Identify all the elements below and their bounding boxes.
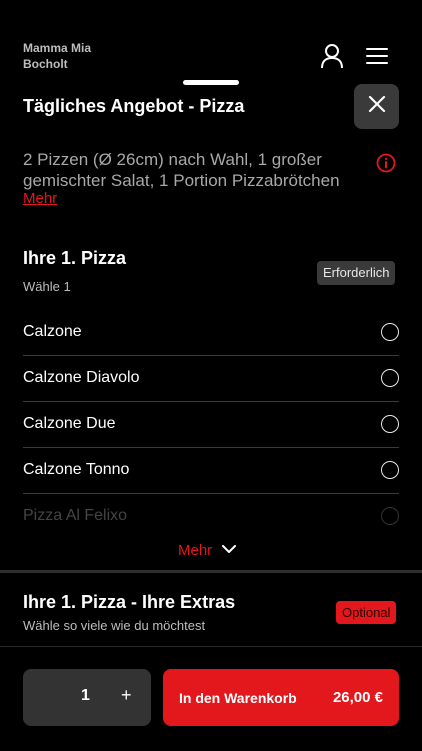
radio-button[interactable]: [381, 461, 399, 479]
restaurant-name-line1: Mamma Mia: [23, 41, 92, 55]
option-row[interactable]: Calzone Diavolo: [23, 355, 399, 402]
option-label: Calzone Tonno: [23, 461, 130, 478]
sheet-drag-handle[interactable]: [183, 80, 239, 85]
close-button[interactable]: [354, 84, 399, 129]
option-row[interactable]: Calzone Tonno: [23, 447, 399, 494]
option-label: Pizza Al Felixo: [23, 507, 128, 524]
product-title: Tägliches Angebot - Pizza: [23, 96, 245, 116]
add-to-cart-label: In den Warenkorb: [179, 689, 297, 706]
add-to-cart-button[interactable]: In den Warenkorb 26,00 €: [163, 669, 399, 726]
radio-button[interactable]: [381, 369, 399, 387]
section-title-first-pizza: Ihre 1. Pizza: [23, 248, 127, 268]
section-subtitle-extras: Wähle so viele wie du möchtest: [23, 618, 206, 633]
quantity-value: 1: [81, 687, 90, 704]
show-more-options-button[interactable]: Mehr: [178, 538, 237, 562]
radio-button[interactable]: [381, 415, 399, 433]
restaurant-name: Mamma Mia Bocholt: [23, 40, 91, 72]
option-row[interactable]: Calzone: [23, 309, 399, 356]
section-subtitle-choose-one: Wähle 1: [23, 279, 71, 294]
show-more-label: Mehr: [178, 541, 213, 559]
increment-button[interactable]: +: [121, 685, 132, 706]
option-label: Calzone: [23, 323, 82, 340]
radio-button[interactable]: [381, 507, 399, 525]
section-title-extras: Ihre 1. Pizza - Ihre Extras: [23, 592, 236, 612]
chevron-down-icon: [222, 541, 237, 559]
option-label: Calzone Diavolo: [23, 369, 140, 386]
option-row[interactable]: Calzone Due: [23, 401, 399, 448]
option-row[interactable]: Pizza Al Felixo: [23, 493, 399, 539]
quantity-stepper[interactable]: 1 +: [23, 669, 151, 726]
user-icon[interactable]: [318, 42, 346, 70]
info-icon[interactable]: [376, 153, 396, 173]
section-divider: [0, 570, 422, 573]
radio-button[interactable]: [381, 323, 399, 341]
total-price: 26,00 €: [332, 689, 383, 706]
close-icon: [368, 95, 386, 118]
product-description: 2 Pizzen (Ø 26cm) nach Wahl, 1 großer ge…: [23, 150, 340, 190]
optional-badge: Optional: [336, 601, 397, 624]
restaurant-name-line2: Bocholt: [23, 57, 68, 71]
description-more-link[interactable]: Mehr: [23, 190, 57, 207]
required-badge: Erforderlich: [317, 261, 396, 285]
option-label: Calzone Due: [23, 415, 116, 432]
hamburger-menu-icon[interactable]: [364, 44, 390, 68]
